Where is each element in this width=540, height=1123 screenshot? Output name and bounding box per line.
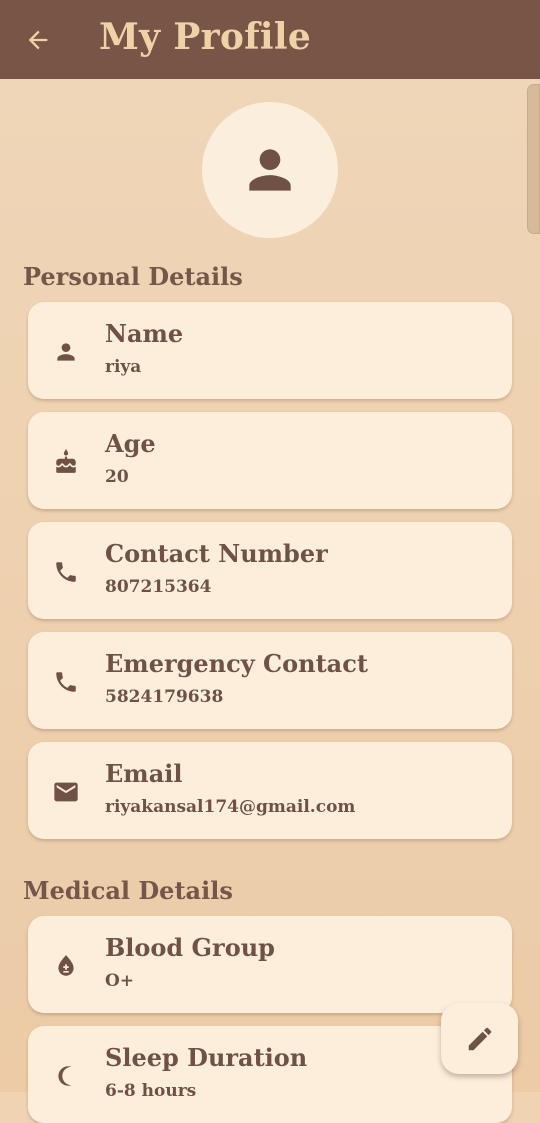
- profile-content[interactable]: Personal Details Name riya Age 20 Contac…: [0, 79, 540, 1123]
- back-button[interactable]: [22, 24, 54, 56]
- blood-group-value: O+: [105, 971, 135, 991]
- personal-details-heading: Personal Details: [23, 262, 243, 291]
- phone-icon: [56, 562, 76, 582]
- contact-number-card[interactable]: Contact Number 807215364: [28, 522, 512, 619]
- app-bar: My Profile: [0, 0, 540, 79]
- name-card[interactable]: Name riya: [28, 302, 512, 399]
- avatar: [202, 102, 338, 238]
- blood-group-card[interactable]: Blood Group O+: [28, 916, 512, 1013]
- name-value: riya: [105, 357, 142, 377]
- emergency-contact-value: 5824179638: [105, 687, 224, 707]
- email-card[interactable]: Email riyakansal174@gmail.com: [28, 742, 512, 839]
- sleep-duration-card[interactable]: Sleep Duration 6-8 hours: [28, 1026, 512, 1123]
- edit-profile-button[interactable]: [441, 1003, 518, 1074]
- arrow-back-icon: [28, 30, 48, 50]
- sleep-duration-value: 6-8 hours: [105, 1081, 197, 1101]
- page-title: My Profile: [99, 16, 312, 58]
- moon-icon: [58, 1066, 72, 1086]
- scrollbar-thumb[interactable]: [527, 84, 540, 234]
- sleep-duration-label: Sleep Duration: [105, 1043, 308, 1072]
- contact-number-label: Contact Number: [105, 539, 328, 568]
- contact-number-value: 807215364: [105, 577, 212, 597]
- cake-icon: [56, 449, 76, 473]
- age-card[interactable]: Age 20: [28, 412, 512, 509]
- person-icon: [57, 343, 75, 361]
- emergency-contact-card[interactable]: Emergency Contact 5824179638: [28, 632, 512, 729]
- email-value: riyakansal174@gmail.com: [105, 797, 356, 817]
- emergency-contact-label: Emergency Contact: [105, 649, 368, 678]
- medical-details-heading: Medical Details: [23, 876, 233, 905]
- edit-pencil-icon: [468, 1027, 491, 1050]
- age-value: 20: [105, 467, 129, 487]
- name-label: Name: [105, 319, 184, 348]
- blood-drop-icon: [58, 955, 74, 976]
- email-icon: [54, 782, 78, 802]
- age-label: Age: [105, 429, 156, 458]
- email-label: Email: [105, 759, 183, 788]
- phone-icon: [56, 672, 76, 692]
- person-icon: [249, 149, 291, 191]
- blood-group-label: Blood Group: [105, 933, 275, 962]
